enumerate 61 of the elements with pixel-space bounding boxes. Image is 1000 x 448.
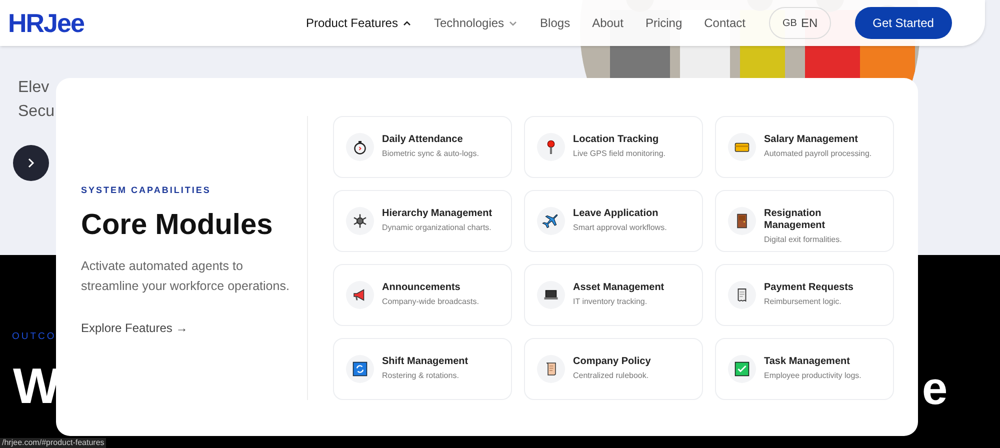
module-title: Asset Management <box>573 282 664 294</box>
module-subtitle: Dynamic organizational charts. <box>382 222 492 234</box>
nav-link[interactable]: Blogs <box>540 14 570 32</box>
module-card[interactable]: Salary Management Automated payroll processing. <box>715 116 894 178</box>
module-subtitle: Company-wide broadcasts. <box>382 296 479 308</box>
menu-description: Activate automated agents to streamline your workforce operations. <box>81 258 290 295</box>
status-url: /hrjee.com/#product-features <box>0 438 106 448</box>
module-title: Task Management <box>764 356 851 368</box>
module-card[interactable]: Leave Application Smart approval workflows. <box>524 190 703 252</box>
module-subtitle: Smart approval workflows. <box>573 222 667 234</box>
airplane-icon <box>542 212 560 230</box>
module-title: Leave Application <box>573 208 660 220</box>
module-subtitle: Live GPS field monitoring. <box>573 148 666 160</box>
module-card[interactable]: Shift Management Rostering & rotations. <box>333 338 512 400</box>
menu-eyebrow: SYSTEM CAPABILITIES <box>81 184 212 197</box>
module-title: Company Policy <box>573 356 651 368</box>
stopwatch-icon <box>351 138 369 156</box>
module-card[interactable]: Hierarchy Management Dynamic organizational charts. <box>333 190 512 252</box>
module-title: Payment Requests <box>764 282 854 294</box>
module-title: Hierarchy Management <box>382 208 492 220</box>
module-subtitle: Rostering & rotations. <box>382 370 460 382</box>
sync-icon <box>351 360 369 378</box>
nav-link[interactable]: About <box>592 14 624 32</box>
next-button[interactable] <box>13 145 49 181</box>
language-button[interactable]: GB EN <box>769 7 831 39</box>
module-subtitle: Biometric sync & auto-logs. <box>382 148 479 160</box>
get-started-button[interactable]: Get Started <box>854 7 952 39</box>
module-subtitle: Centralized rulebook. <box>573 370 650 382</box>
menu-title: Core Modules <box>81 208 274 242</box>
nav-link[interactable]: Product Features <box>306 14 412 32</box>
checkbox-icon <box>733 360 751 378</box>
module-subtitle: Employee productivity logs. <box>764 370 862 382</box>
module-card[interactable]: Resignation Management Digital exit formalities. <box>715 190 894 252</box>
nav-link[interactable]: Contact <box>704 14 746 32</box>
hero-text: Secu <box>18 102 54 122</box>
module-title: Location Tracking <box>573 134 660 146</box>
module-subtitle: IT inventory tracking. <box>573 296 648 308</box>
module-title: Salary Management <box>764 134 859 146</box>
module-subtitle: Automated payroll processing. <box>764 148 872 160</box>
snowflake-icon <box>351 212 369 230</box>
section-heading: W <box>13 357 60 416</box>
module-card[interactable]: Daily Attendance Biometric sync & auto-logs. <box>333 116 512 178</box>
module-subtitle: Reimbursement logic. <box>764 296 842 308</box>
section-heading: e <box>922 361 948 416</box>
module-card[interactable]: Company Policy Centralized rulebook. <box>524 338 703 400</box>
module-card[interactable]: Announcements Company-wide broadcasts. <box>333 264 512 326</box>
nav-link[interactable]: Technologies <box>434 14 518 32</box>
module-subtitle: Digital exit formalities. <box>764 234 843 246</box>
module-title: Daily Attendance <box>382 134 464 146</box>
module-title: Announcements <box>382 282 462 294</box>
module-title: Shift Management <box>382 356 468 368</box>
module-title: Resignation Management <box>764 208 826 232</box>
module-card[interactable]: Payment Requests Reimbursement logic. <box>715 264 894 326</box>
module-card[interactable]: Task Management Employee productivity logs. <box>715 338 894 400</box>
module-card[interactable]: Asset Management IT inventory tracking. <box>524 264 703 326</box>
explore-features-link[interactable]: Explore Features → <box>81 318 307 336</box>
nav-link[interactable]: Pricing <box>645 14 682 32</box>
module-card[interactable]: Location Tracking Live GPS field monitoring. <box>524 116 703 178</box>
section-eyebrow: OUTCO <box>12 330 56 344</box>
logo[interactable]: HRJee <box>8 10 84 36</box>
hero-text: Elev <box>18 78 50 98</box>
